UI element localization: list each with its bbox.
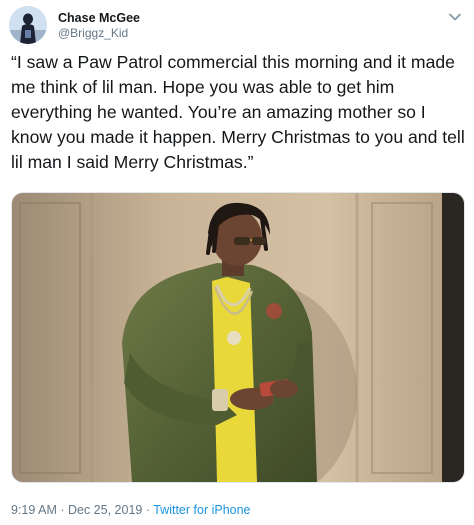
- avatar-silhouette-icon: [9, 6, 47, 44]
- avatar[interactable]: [9, 6, 47, 44]
- tweet-source-link[interactable]: Twitter for iPhone: [153, 503, 250, 517]
- tweet-time[interactable]: 9:19 AM: [11, 503, 57, 517]
- tweet-header: Chase McGee @Briggz_Kid: [9, 5, 140, 45]
- tweet-text: “I saw a Paw Patrol commercial this morn…: [11, 52, 465, 172]
- meta-separator: ·: [142, 503, 154, 517]
- tweet-date[interactable]: Dec 25, 2019: [68, 503, 142, 517]
- tweet-meta: 9:19 AM · Dec 25, 2019 · Twitter for iPh…: [11, 502, 251, 518]
- username-handle[interactable]: @Briggz_Kid: [58, 26, 140, 41]
- author-names: Chase McGee @Briggz_Kid: [58, 10, 140, 41]
- display-name[interactable]: Chase McGee: [58, 10, 140, 26]
- tweet-photo[interactable]: [11, 192, 465, 483]
- chevron-down-icon[interactable]: [448, 10, 462, 24]
- photo-illustration: [12, 193, 464, 482]
- meta-separator: ·: [56, 503, 68, 517]
